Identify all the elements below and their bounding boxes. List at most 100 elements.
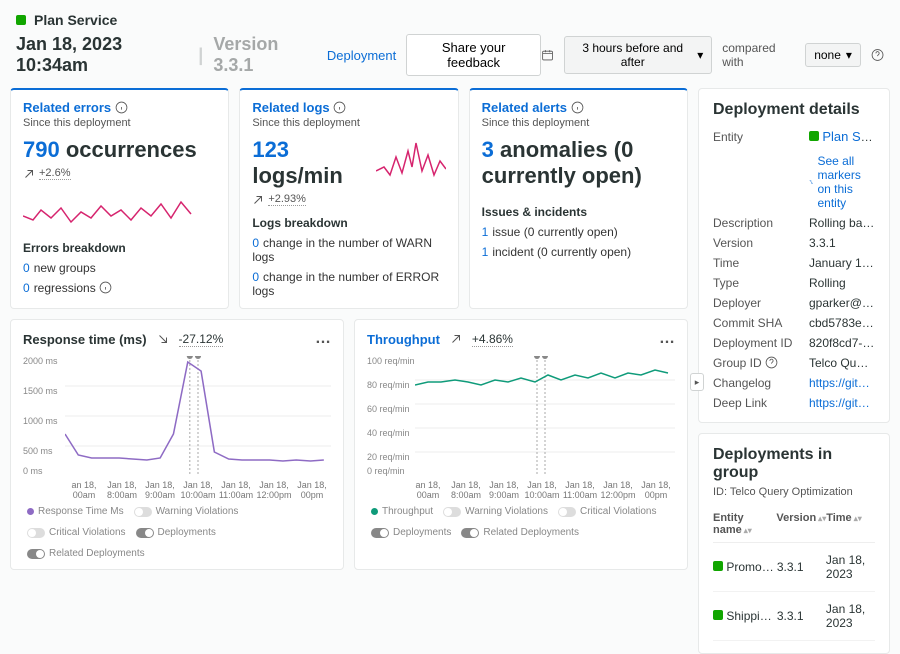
related-logs-card: Related logs Since this deployment 123 l…	[239, 88, 458, 309]
response-delta: -27.12%	[179, 332, 224, 347]
col-entity[interactable]: Entity name▴▾	[713, 512, 776, 536]
dep-group-subtitle: ID: Telco Query Optimization	[713, 486, 875, 498]
sha-value: cbd5783ecc6722ae7d7ed1e8d…	[809, 316, 875, 330]
logs-sparkline	[376, 137, 446, 187]
col-time[interactable]: Time▴▾	[826, 512, 875, 536]
logs-count: 123	[252, 137, 289, 162]
errors-delta: +2.6%	[39, 167, 71, 180]
y-tick: 1000 ms	[23, 416, 58, 426]
entity-link[interactable]: Plan Service	[822, 129, 875, 144]
response-time-chart: Response time (ms) -27.12% … 2000 ms 150…	[10, 319, 344, 570]
errors-count-label: occurrences	[66, 137, 197, 162]
row-time: Jan 18, 2023	[826, 553, 875, 581]
time-value: January 18, 2023 10:34am	[809, 256, 875, 270]
y-tick: 40 req/min	[367, 428, 410, 438]
feedback-button[interactable]: Share your feedback	[406, 34, 541, 76]
y-tick: 100 req/min	[367, 356, 415, 366]
legend-critical-toggle[interactable]: Critical Violations	[27, 527, 126, 538]
row-entity: Promo Ser…	[726, 560, 776, 574]
col-version[interactable]: Version▴▾	[776, 512, 826, 536]
error-change-label: change in the number of ERROR logs	[252, 270, 439, 298]
deployments-in-group-panel: Deployments in group ID: Telco Query Opt…	[698, 433, 890, 654]
see-markers-link[interactable]: See all markers on this entity	[809, 154, 875, 210]
help-icon[interactable]	[765, 356, 778, 369]
version-key: Version	[713, 236, 801, 250]
collapse-sidebar-button[interactable]: ▸	[690, 373, 704, 391]
logs-delta: +2.93%	[268, 193, 306, 206]
table-row[interactable]: Promo Ser… 3.3.1 Jan 18, 2023	[713, 543, 875, 592]
deployment-link[interactable]: Deployment	[327, 48, 396, 63]
version-value: 3.3.1	[809, 236, 875, 250]
entity-status-dot	[713, 561, 723, 571]
time-range-select[interactable]: 3 hours before and after ▾	[564, 36, 712, 74]
legend-related-dep-toggle[interactable]: Related Deployments	[461, 527, 579, 538]
trend-up-icon	[450, 333, 462, 345]
errors-breakdown-title: Errors breakdown	[23, 241, 216, 255]
legend-deployments-toggle[interactable]: Deployments	[136, 527, 216, 538]
legend-response[interactable]: Response Time Ms	[27, 506, 124, 517]
legend-warning-toggle[interactable]: Warning Violations	[443, 506, 548, 517]
row-entity: Shipping S…	[726, 609, 776, 623]
deployment-timestamp: Jan 18, 2023 10:34am	[16, 34, 188, 76]
related-alerts-card: Related alerts Since this deployment 3 a…	[469, 88, 688, 309]
legend-warning-toggle[interactable]: Warning Violations	[134, 506, 239, 517]
calendar-icon	[541, 48, 554, 62]
row-time: Jan 18, 2023	[826, 602, 875, 630]
desc-key: Description	[713, 216, 801, 230]
dep-group-title: Deployments in group	[713, 446, 875, 482]
errors-sparkline	[23, 188, 193, 228]
related-alerts-link[interactable]: Related alerts	[482, 100, 567, 115]
entity-key: Entity	[713, 130, 801, 144]
divider: |	[198, 45, 203, 66]
deeplink-key: Deep Link	[713, 396, 801, 410]
deeplink-link[interactable]: https://github.com/newrelic/nri…	[809, 396, 875, 410]
legend-deployments-toggle[interactable]: Deployments	[371, 527, 451, 538]
chart-menu-button[interactable]: …	[659, 330, 675, 348]
compare-select[interactable]: none ▾	[805, 43, 861, 67]
desc-value: Rolling back query changes	[809, 216, 875, 230]
row-version: 3.3.1	[777, 609, 826, 623]
group-value: Telco Query Optimization	[809, 356, 875, 370]
entity-name: Plan Service	[34, 12, 117, 28]
trend-up-icon	[23, 168, 35, 180]
incident-label: incident (0 currently open)	[492, 245, 631, 259]
logs-count-label: logs/min	[252, 163, 342, 188]
since-label: Since this deployment	[23, 117, 216, 129]
anomalies-label: anomalies (0 currently open)	[482, 137, 642, 188]
info-icon[interactable]	[333, 101, 346, 114]
y-tick: 0 req/min	[367, 466, 405, 476]
group-key: Group ID	[713, 356, 801, 370]
throughput-chart: Throughput +4.86% … 100 req/min 80 req/m…	[354, 319, 688, 570]
related-errors-card: Related errors Since this deployment 790…	[10, 88, 229, 309]
related-errors-link[interactable]: Related errors	[23, 100, 111, 115]
incident-count: 1	[482, 245, 489, 259]
chevron-down-icon: ▾	[697, 48, 703, 62]
regressions-count: 0	[23, 281, 30, 295]
logs-breakdown-title: Logs breakdown	[252, 216, 445, 230]
details-title: Deployment details	[713, 101, 875, 119]
throughput-chart-title[interactable]: Throughput	[367, 332, 440, 347]
info-icon[interactable]	[115, 101, 128, 114]
table-row[interactable]: Shipping S… 3.3.1 Jan 18, 2023	[713, 592, 875, 641]
regressions-label: regressions	[34, 281, 96, 295]
chart-menu-button[interactable]: …	[315, 330, 331, 348]
legend-related-dep-toggle[interactable]: Related Deployments	[27, 548, 145, 559]
issue-label: issue (0 currently open)	[492, 225, 617, 239]
trend-up-icon	[252, 194, 264, 206]
issue-count: 1	[482, 225, 489, 239]
y-tick: 0 ms	[23, 466, 43, 476]
feedback-button-label: Share your feedback	[417, 40, 530, 70]
help-icon[interactable]	[871, 48, 884, 62]
entity-status-dot	[809, 131, 819, 141]
related-logs-link[interactable]: Related logs	[252, 100, 329, 115]
deployment-details-panel: Deployment details Entity Plan Service S…	[698, 88, 890, 423]
trend-down-icon	[157, 333, 169, 345]
y-tick: 80 req/min	[367, 380, 410, 390]
info-icon[interactable]	[571, 101, 584, 114]
y-tick: 1500 ms	[23, 386, 58, 396]
legend-throughput[interactable]: Throughput	[371, 506, 433, 517]
legend-critical-toggle[interactable]: Critical Violations	[558, 506, 657, 517]
changelog-link[interactable]: https://github.com/newrelic/nri…	[809, 376, 875, 390]
type-value: Rolling	[809, 276, 875, 290]
info-icon[interactable]	[99, 281, 112, 294]
